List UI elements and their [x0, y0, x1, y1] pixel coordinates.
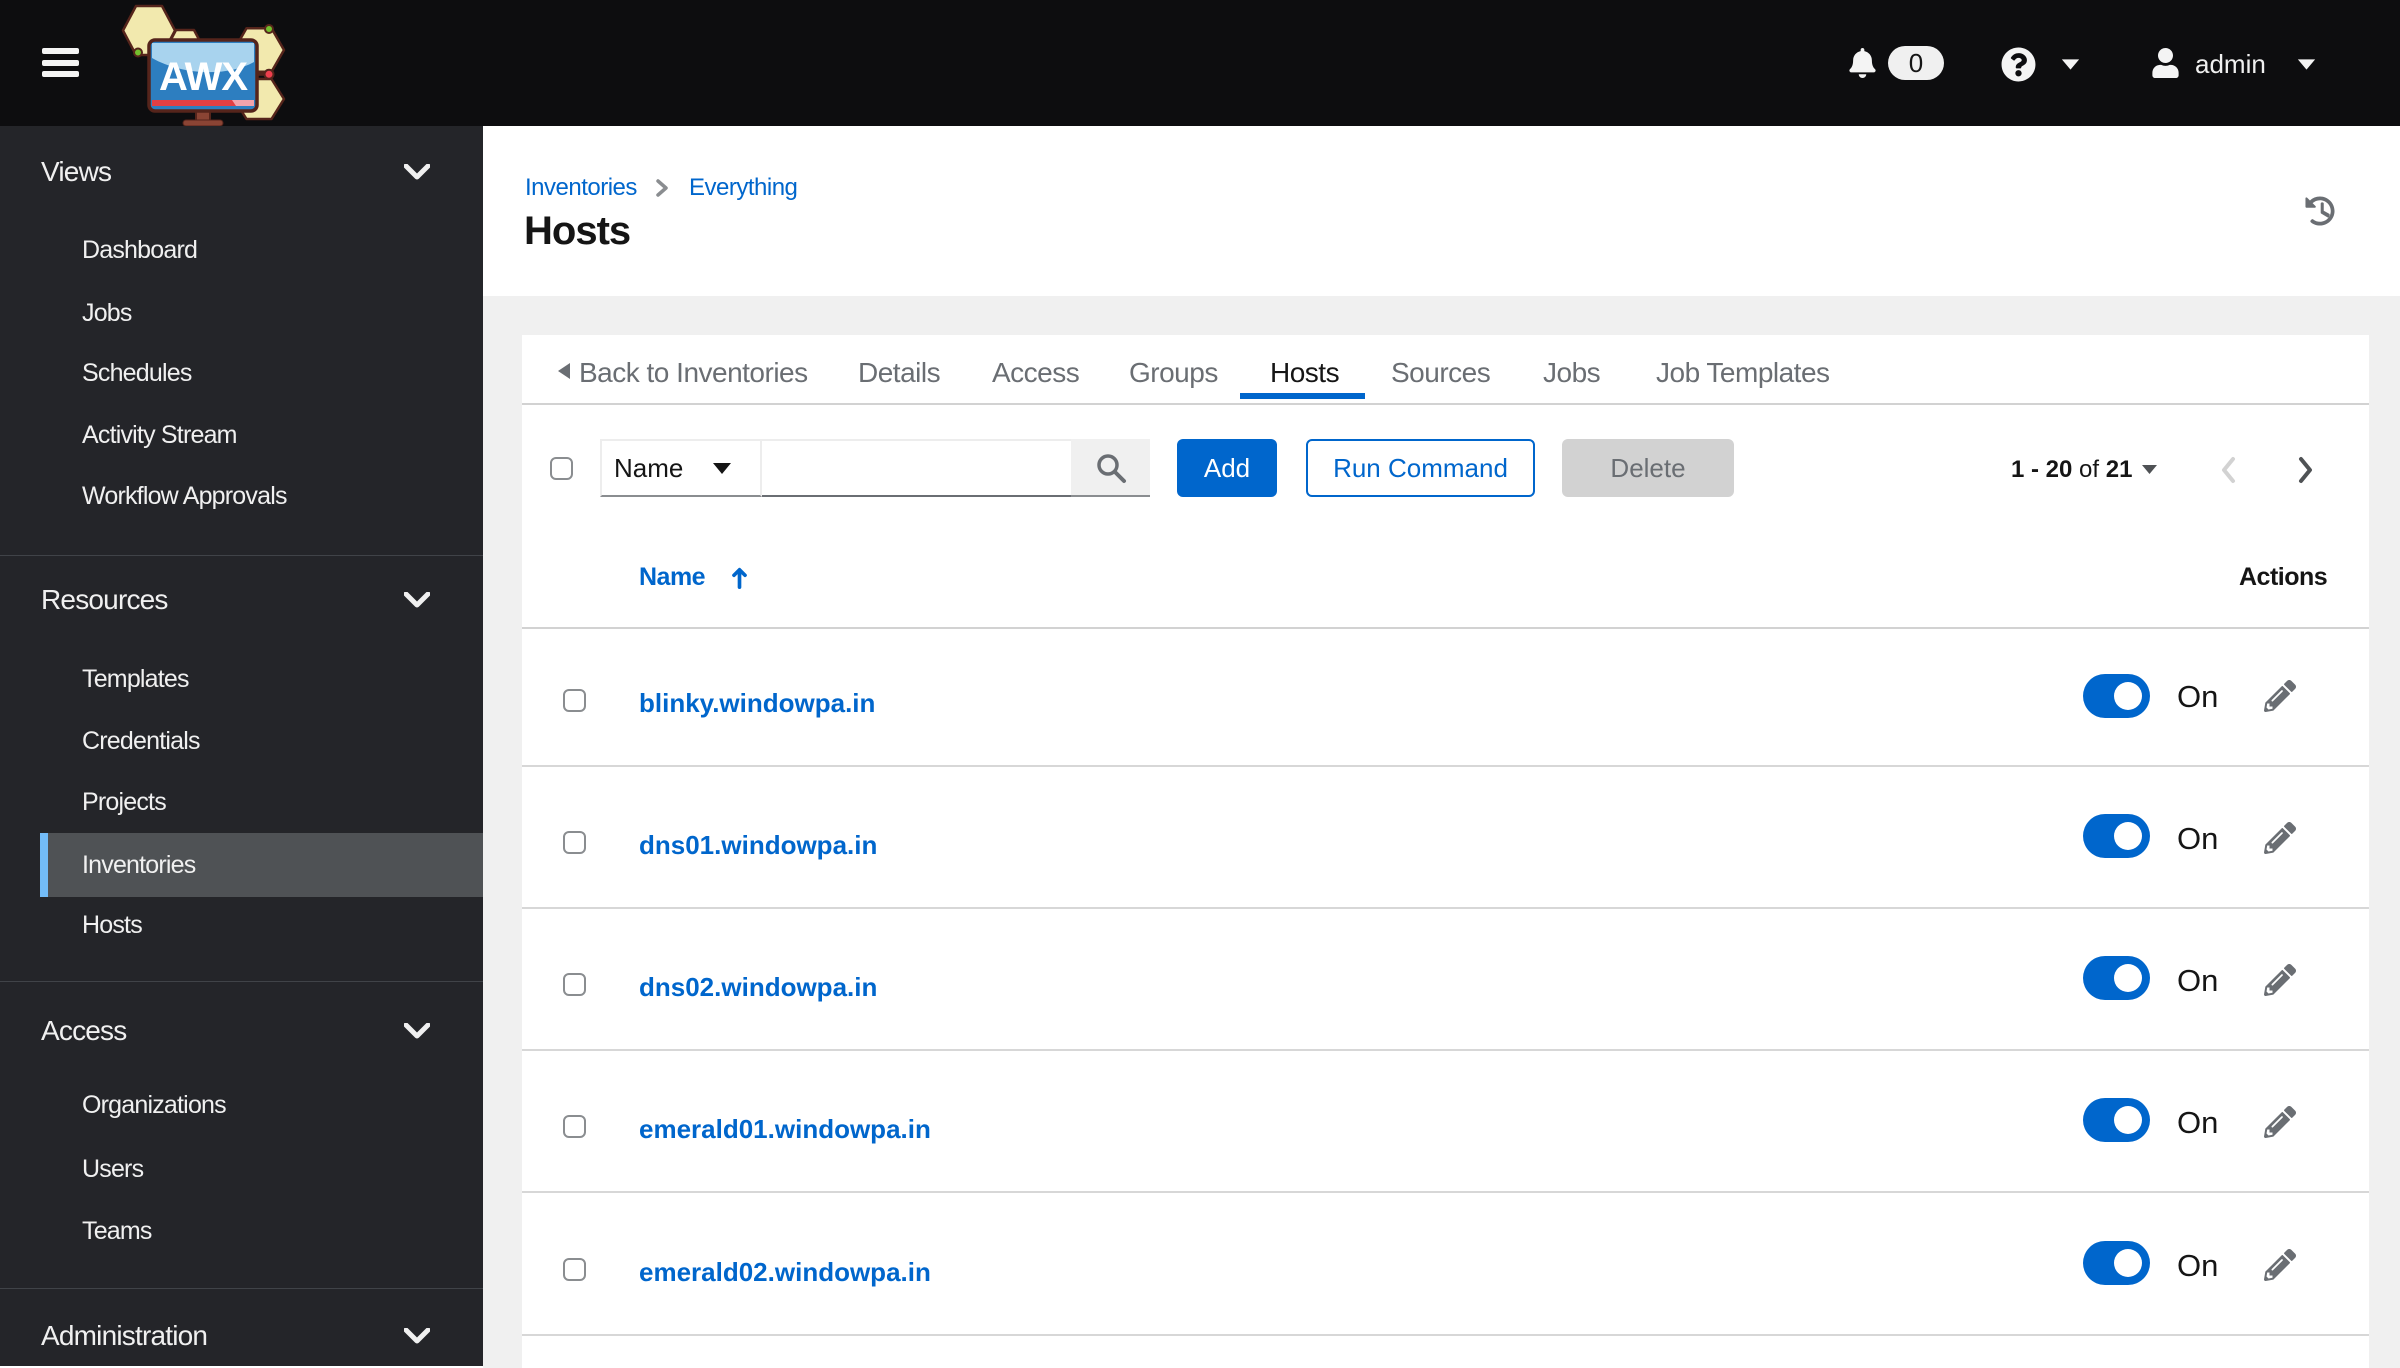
svg-text:AWX: AWX: [159, 55, 248, 99]
